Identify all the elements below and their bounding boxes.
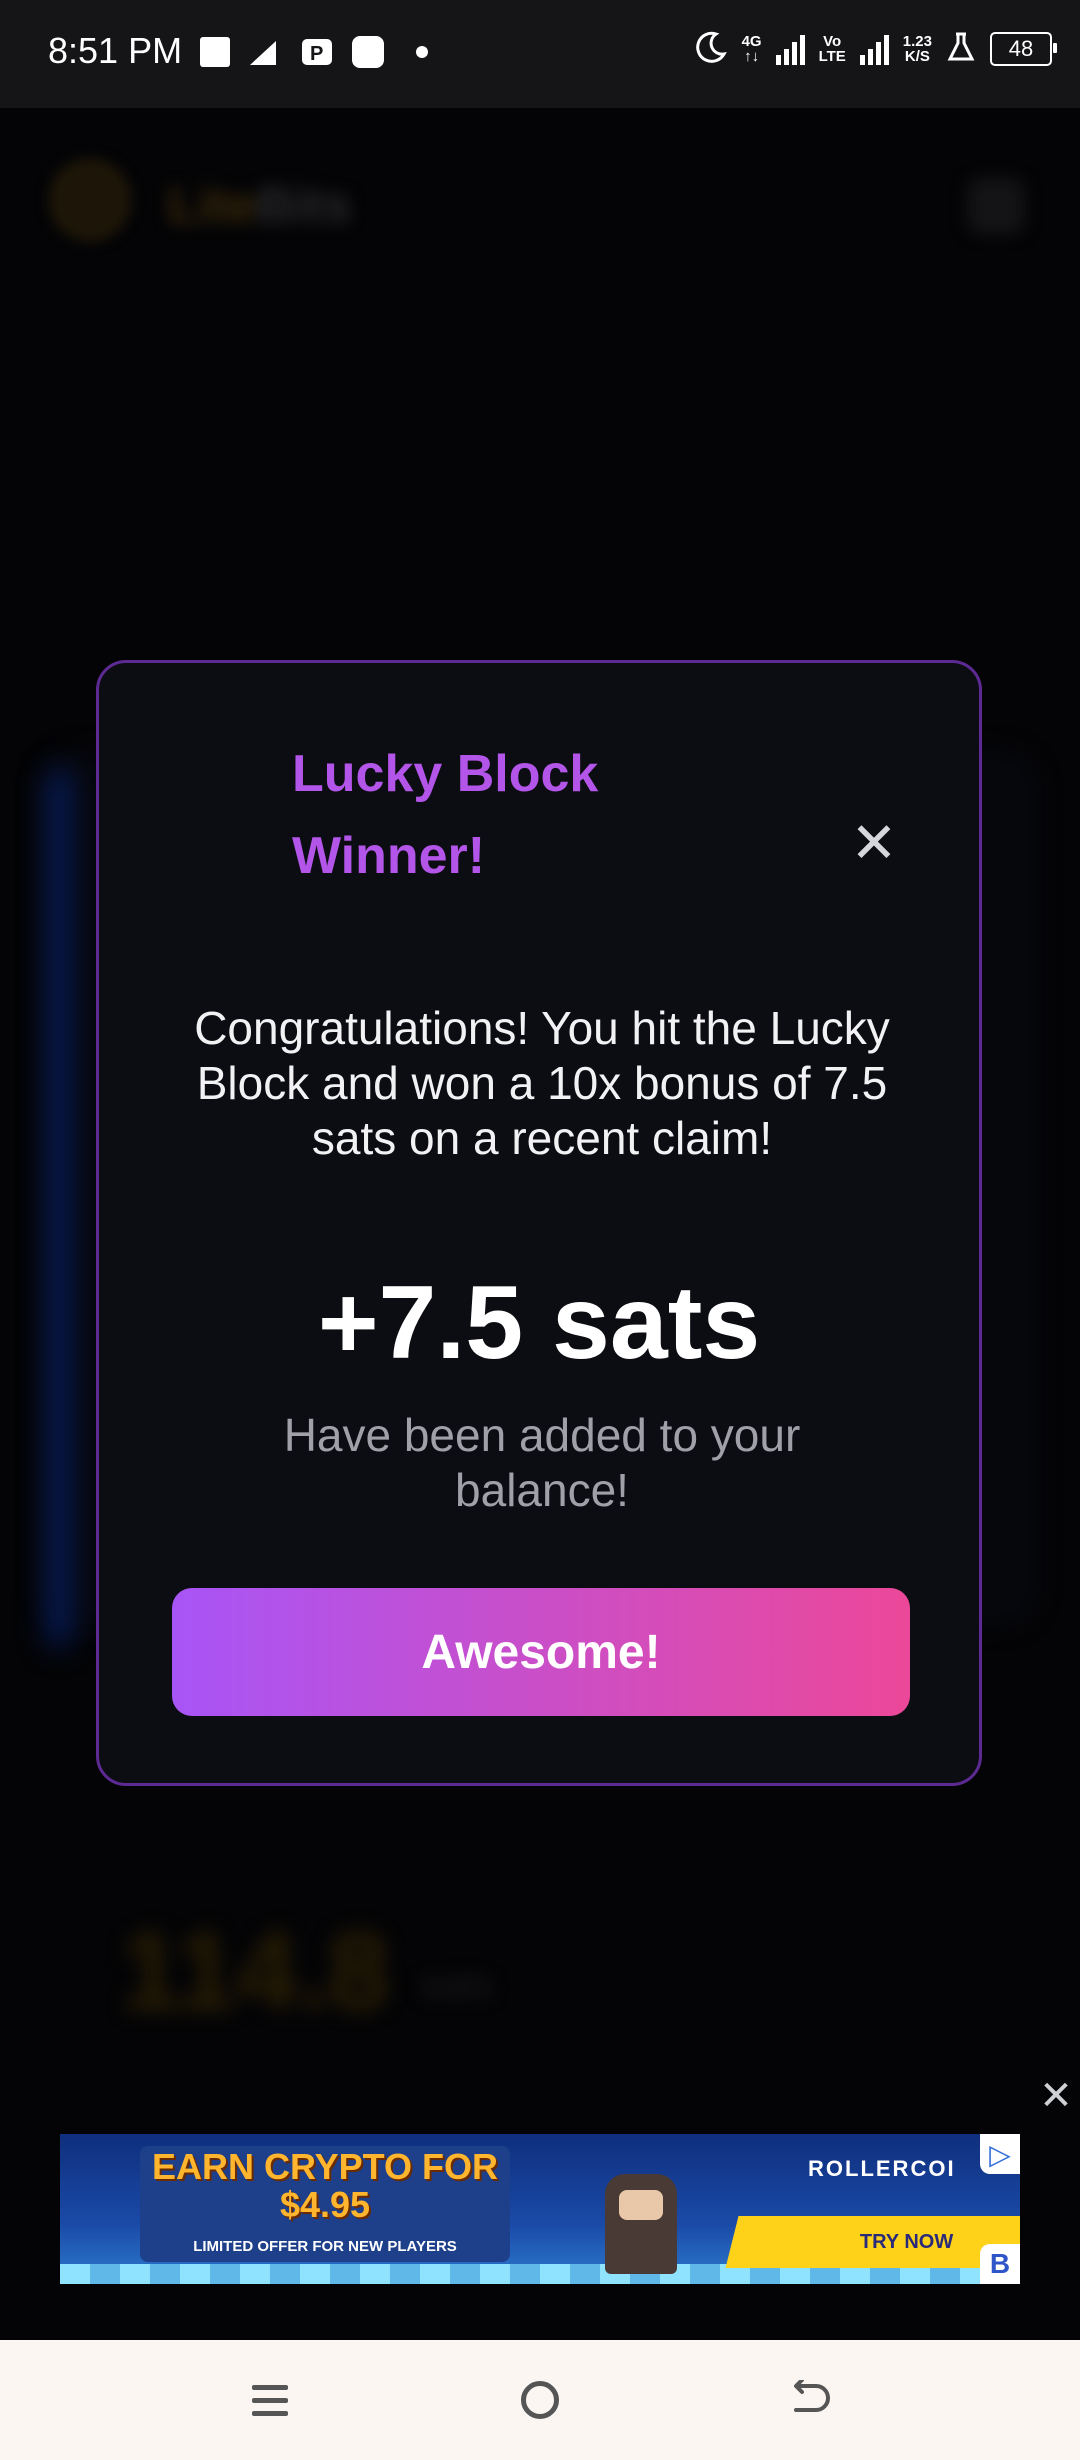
more-notifications-dot	[416, 46, 428, 58]
dnd-moon-icon	[694, 30, 728, 68]
ad-headline: EARN CRYPTO FOR $4.95	[151, 2146, 499, 2225]
status-time: 8:51 PM	[48, 30, 183, 71]
system-icons: 4G ↑↓ Vo LTE 1.23 K/S 48	[694, 30, 1057, 68]
battery-icon: 48	[990, 32, 1057, 66]
signal-boost-icon	[248, 37, 282, 67]
ad-character-image	[605, 2174, 677, 2274]
adchoices-icon[interactable]: ▷	[980, 2134, 1020, 2174]
screen: 8:51 PM P 4G ↑↓ Vo LTE 1.23 K/S 48 LiteB…	[0, 0, 1080, 2460]
parking-icon: P	[300, 37, 334, 67]
lucky-block-modal: Lucky Block Winner! ✕ Congratulations! Y…	[96, 660, 982, 1786]
awesome-button[interactable]: Awesome!	[172, 1588, 910, 1716]
app-logo-text: LiteBits	[168, 177, 352, 233]
signal-icon-1	[775, 33, 805, 65]
network-type: 4G ↑↓	[741, 33, 762, 65]
background-balance-unit: sats	[420, 1963, 494, 2007]
home-icon[interactable]	[510, 2370, 570, 2430]
ad-subline: LIMITED OFFER FOR NEW PLAYERS	[193, 2238, 457, 2255]
app-logo-icon	[48, 158, 132, 242]
background-balance: 114.8	[120, 1910, 390, 2033]
volte-label: Vo LTE	[818, 33, 846, 65]
bonus-amount: +7.5 sats	[317, 1265, 761, 1381]
modal-message: Congratulations! You hit the Lucky Block…	[194, 1002, 890, 1164]
status-bar: 8:51 PM P 4G ↑↓ Vo LTE 1.23 K/S 48	[0, 0, 1080, 108]
menu-icon[interactable]	[240, 2370, 300, 2430]
ad-try-now-button[interactable]: TRY NOW	[725, 2216, 1020, 2268]
notification-icons: P	[200, 36, 428, 68]
back-icon[interactable]	[780, 2370, 840, 2430]
background-header: LiteBits	[0, 108, 1080, 308]
flask-icon	[946, 31, 976, 67]
svg-text:P: P	[310, 43, 323, 65]
notification-icon	[200, 37, 230, 67]
background-menu-icon	[968, 178, 1024, 234]
network-speed: 1.23 K/S	[902, 33, 932, 65]
ad-network-icon[interactable]: B	[980, 2244, 1020, 2284]
signal-icon-2	[859, 33, 889, 65]
background-card-accent	[46, 768, 72, 1648]
system-nav-bar	[0, 2340, 1080, 2460]
ad-brand: ROLLERCOI	[808, 2156, 956, 2181]
modal-subtext: Have been added to your balance!	[283, 1409, 801, 1516]
modal-title: Lucky Block Winner!	[292, 745, 599, 885]
close-icon[interactable]: ✕	[844, 813, 904, 873]
ad-banner[interactable]: EARN CRYPTO FOR $4.95 LIMITED OFFER FOR …	[60, 2134, 1020, 2284]
ad-close-icon[interactable]: ✕	[1036, 2074, 1076, 2118]
app-notification-icon	[352, 36, 384, 68]
